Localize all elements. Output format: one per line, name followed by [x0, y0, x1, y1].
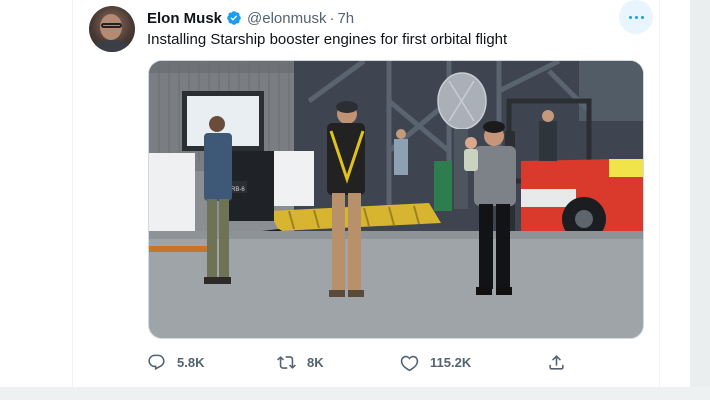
- share-button[interactable]: [547, 350, 566, 374]
- tweet-text: Installing Starship booster engines for …: [147, 31, 508, 48]
- page-bottom-strip: [0, 387, 710, 400]
- verified-badge-icon: [226, 10, 242, 26]
- retweet-icon: [277, 355, 296, 369]
- reply-button[interactable]: 5.8K: [147, 350, 204, 374]
- author-handle[interactable]: @elonmusk: [247, 10, 326, 27]
- separator-dot: ·: [329, 9, 335, 27]
- retweet-count: 8K: [307, 354, 324, 370]
- page-scroll-rail[interactable]: [690, 0, 710, 400]
- tweet-photo[interactable]: PRB-6: [148, 60, 644, 339]
- avatar[interactable]: [89, 6, 135, 52]
- reply-icon: [148, 354, 165, 370]
- like-button[interactable]: 115.2K: [400, 350, 471, 374]
- more-dot: [634, 15, 638, 19]
- share-icon: [549, 354, 564, 370]
- heart-icon: [400, 355, 419, 371]
- more-dot: [640, 15, 644, 19]
- photo-scene: PRB-6: [149, 61, 643, 338]
- more-horizontal-icon: [628, 15, 632, 19]
- retweet-button[interactable]: 8K: [277, 350, 324, 374]
- avatar-glasses: [101, 23, 122, 28]
- tweet-actions: 5.8K 8K 115.2K: [147, 350, 567, 374]
- reply-count: 5.8K: [177, 354, 205, 370]
- avatar-shirt: [92, 40, 132, 52]
- engine: [437, 72, 487, 130]
- author-name[interactable]: Elon Musk: [147, 10, 222, 27]
- more-options-button[interactable]: [619, 0, 653, 34]
- like-count: 115.2K: [430, 354, 472, 370]
- left-background: [0, 0, 70, 400]
- tweet-timestamp[interactable]: 7h: [337, 10, 354, 27]
- tweet-card[interactable]: Elon Musk @elonmusk · 7h Installing Star…: [72, 0, 660, 387]
- screenshot-page: Elon Musk @elonmusk · 7h Installing Star…: [0, 0, 710, 400]
- tweet-header: Elon Musk @elonmusk · 7h: [147, 9, 354, 27]
